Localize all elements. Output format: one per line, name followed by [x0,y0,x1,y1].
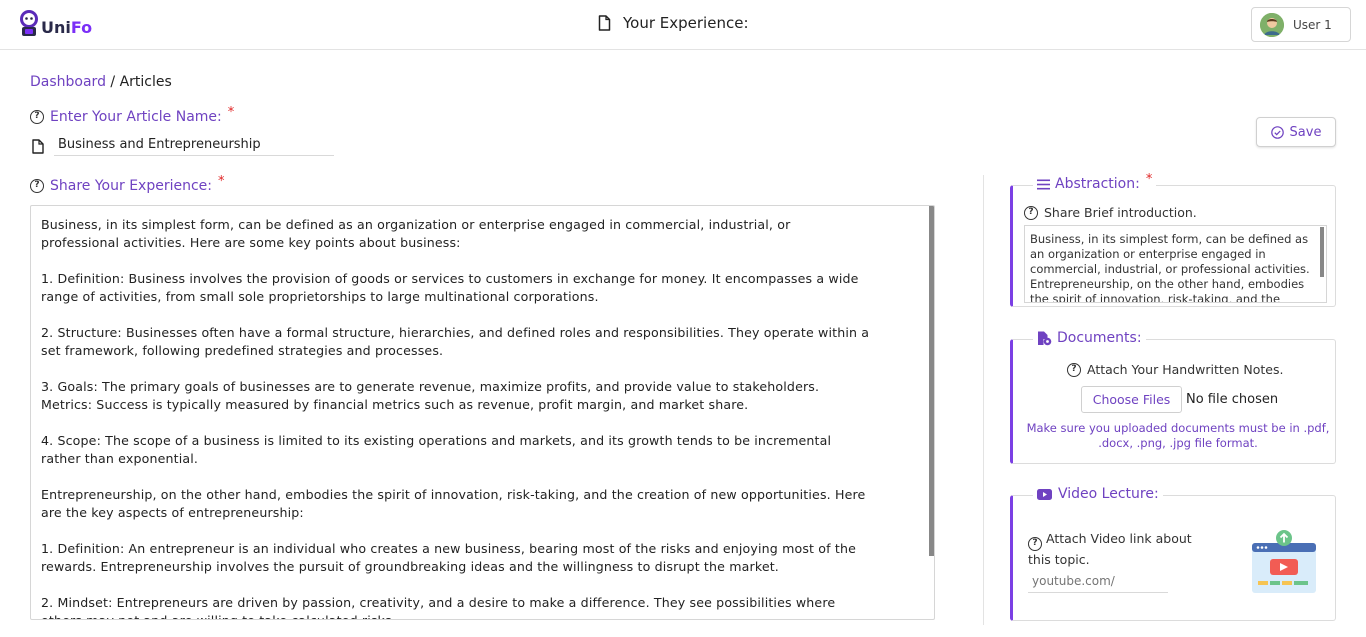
abstraction-textarea[interactable]: Business, in its simplest form, can be d… [1024,225,1327,303]
experience-scrollbar[interactable] [929,206,934,556]
question-circle-icon[interactable]: ? [1024,205,1038,220]
user-menu-button[interactable]: User 1 [1251,7,1351,42]
abstraction-title-text: Abstraction: [1055,176,1140,192]
video-hint: ? Attach Video link about this topic. [1028,530,1218,568]
required-mark: * [217,173,225,189]
article-name-row [32,136,334,156]
video-hint-text: Attach Video link about this topic. [1028,531,1192,567]
abstraction-text[interactable]: Business, in its simplest form, can be d… [1025,226,1326,302]
abstraction-scrollbar[interactable] [1320,227,1324,277]
page-title-text: Your Experience: [623,14,749,32]
unifo-logo-icon [20,9,38,36]
file-input[interactable]: Choose Files No file chosen [1081,386,1278,413]
required-mark: * [1145,171,1153,187]
avatar [1260,12,1284,37]
logo-text: UniFo [41,18,93,37]
file-status: No file chosen [1186,392,1279,407]
app-logo[interactable]: UniFo [18,8,92,37]
breadcrumb-separator: / [105,74,120,90]
required-mark: * [227,104,235,120]
abstraction-hint: ? Share Brief introduction. [1024,205,1197,220]
check-circle-icon [1270,125,1284,139]
video-card: Video Lecture: ? Attach Video link about … [1010,486,1336,621]
user-name: User 1 [1293,17,1332,32]
video-title-text: Video Lecture: [1058,486,1159,502]
documents-card: Documents: ? Attach Your Handwritten Not… [1010,330,1336,464]
documents-title-text: Documents: [1057,330,1142,346]
question-circle-icon[interactable]: ? [30,110,44,124]
abstraction-hint-text: Share Brief introduction. [1044,205,1197,220]
list-lines-icon [1037,179,1050,189]
file-settings-icon [1038,331,1052,345]
documents-hint: ? Attach Your Handwritten Notes. [1067,362,1283,377]
breadcrumb-current: Articles [119,74,172,90]
video-upload-illustration-icon [1252,530,1316,593]
youtube-icon [1037,488,1052,500]
abstraction-title: Abstraction: * [1033,172,1157,192]
question-circle-icon[interactable]: ? [1067,362,1081,377]
experience-textarea[interactable]: Business, in its simplest form, can be d… [30,205,935,620]
document-icon [598,15,611,31]
save-button[interactable]: Save [1256,117,1336,147]
article-name-input[interactable] [54,136,334,156]
user-avatar-icon [1260,12,1284,37]
documents-hint-text: Attach Your Handwritten Notes. [1087,362,1284,377]
article-name-label: ? Enter Your Article Name: * [30,105,234,125]
question-circle-icon[interactable]: ? [1028,537,1042,551]
experience-text[interactable]: Business, in its simplest form, can be d… [31,206,934,619]
abstraction-card: Abstraction: * ? Share Brief introductio… [1010,172,1336,307]
page-title: Your Experience: [598,14,749,32]
documents-format-note: Make sure you uploaded documents must be… [1026,421,1330,450]
question-circle-icon[interactable]: ? [30,179,44,193]
experience-label-text: Share Your Experience: [50,178,212,194]
video-link-input[interactable] [1028,572,1168,593]
breadcrumb: Dashboard / Articles [30,74,172,90]
top-header: UniFo Your Experience: User 1 [0,0,1366,50]
save-button-label: Save [1289,124,1322,140]
document-icon [32,138,44,154]
experience-label: ? Share Your Experience: * [30,174,224,194]
column-divider [983,175,984,625]
video-title: Video Lecture: [1033,486,1163,502]
documents-title: Documents: [1033,330,1146,346]
article-name-label-text: Enter Your Article Name: [50,109,222,125]
choose-files-button[interactable]: Choose Files [1081,386,1182,413]
breadcrumb-dashboard-link[interactable]: Dashboard [30,74,106,90]
